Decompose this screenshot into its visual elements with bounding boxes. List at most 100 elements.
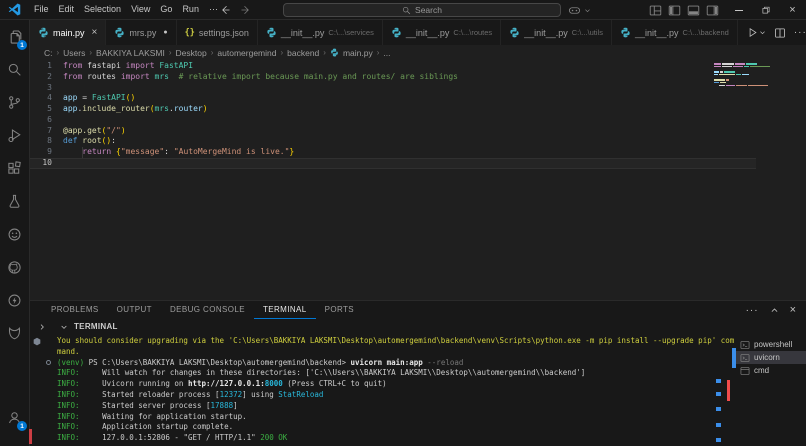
terminal-line: mand. xyxy=(57,347,734,358)
fox-extension-icon[interactable] xyxy=(0,317,29,350)
tab-init-services[interactable]: __init__.py C:\...\services xyxy=(258,20,383,45)
overview-command-mark xyxy=(716,407,721,411)
tab-terminal[interactable]: TERMINAL xyxy=(254,301,316,319)
terminal-line: You should consider upgrading via the 'C… xyxy=(57,336,734,347)
terminal-list: powershell uvicorn cmd xyxy=(736,338,806,377)
breadcrumb-item[interactable]: main.py xyxy=(343,48,373,58)
window-controls: × xyxy=(725,0,806,20)
tab-settings-json[interactable]: {} settings.json xyxy=(177,20,258,45)
copilot-button[interactable] xyxy=(568,3,591,17)
code-line xyxy=(63,158,458,169)
cmd-icon xyxy=(740,366,750,376)
tab-init-utils[interactable]: __init__.py C:\...\utils xyxy=(501,20,612,45)
toggle-panel-icon[interactable] xyxy=(687,4,700,17)
github-icon[interactable] xyxy=(0,251,29,284)
vscode-window: { "titlebar": { "menus": ["File", "Edit"… xyxy=(0,0,806,446)
terminal-item-uvicorn[interactable]: uvicorn xyxy=(736,351,806,364)
breadcrumb-item[interactable]: automergemind xyxy=(217,48,276,58)
chevron-down-icon[interactable] xyxy=(60,323,68,331)
close-window-button[interactable]: × xyxy=(779,0,806,20)
tab-label: mrs.py xyxy=(129,28,156,38)
chevron-down-icon xyxy=(584,7,591,14)
thunder-client-icon[interactable] xyxy=(0,284,29,317)
search-input[interactable]: Search xyxy=(283,3,561,17)
breadcrumb-item[interactable]: ... xyxy=(383,48,390,58)
breadcrumb-item[interactable]: Desktop xyxy=(176,48,207,58)
extensions-icon[interactable] xyxy=(0,152,29,185)
line-number: 4 xyxy=(30,93,52,104)
toggle-secondary-sidebar-icon[interactable] xyxy=(706,4,719,17)
terminal-item-cmd[interactable]: cmd xyxy=(736,364,806,377)
search-view-icon[interactable] xyxy=(0,53,29,86)
tab-debug-console[interactable]: DEBUG CONSOLE xyxy=(161,301,254,319)
account-icon[interactable]: 1 xyxy=(0,401,29,434)
tab-problems[interactable]: PROBLEMS xyxy=(42,301,108,319)
code-line: from fastapi import FastAPI xyxy=(63,61,458,72)
tab-output[interactable]: OUTPUT xyxy=(108,301,161,319)
tab-mrs-py[interactable]: mrs.py ● xyxy=(106,20,176,45)
toggle-primary-sidebar-icon[interactable] xyxy=(668,4,681,17)
code-line: def root(): xyxy=(63,136,458,147)
chevron-right-icon[interactable] xyxy=(38,323,46,331)
customize-layout-icon[interactable] xyxy=(649,4,662,17)
menu-file[interactable]: File xyxy=(29,0,54,19)
breadcrumb-separator: › xyxy=(57,48,60,57)
terminal-icon xyxy=(740,353,750,363)
terminal-line: INFO: Waiting for application startup. xyxy=(57,412,734,423)
breadcrumb-item[interactable]: backend xyxy=(287,48,319,58)
tab-init-backend[interactable]: __init__.py C:\...\backend xyxy=(612,20,738,45)
run-debug-icon[interactable] xyxy=(0,119,29,152)
layout-controls xyxy=(649,0,719,20)
more-actions-icon[interactable]: ··· xyxy=(794,27,806,38)
testing-icon[interactable] xyxy=(0,185,29,218)
overview-error-mark xyxy=(727,380,730,401)
smiley-extension-icon[interactable] xyxy=(0,218,29,251)
code-editor[interactable]: 12345678910 from fastapi import FastAPIf… xyxy=(30,60,806,300)
python-file-icon xyxy=(391,27,402,38)
minimize-button[interactable] xyxy=(725,0,752,20)
unsaved-dot-icon[interactable]: ● xyxy=(163,29,167,36)
menu-run[interactable]: Run xyxy=(177,0,204,19)
tab-label: settings.json xyxy=(199,28,249,38)
terminal-line: INFO: 127.0.0.1:52806 - "GET / HTTP/1.1"… xyxy=(57,433,734,444)
close-panel-icon[interactable]: × xyxy=(790,305,796,316)
breadcrumb-separator: › xyxy=(323,48,326,57)
terminal-output[interactable]: You should consider upgrading via the 'C… xyxy=(57,336,734,444)
close-tab-icon[interactable]: × xyxy=(92,28,98,38)
editor-tab-bar: main.py × mrs.py ● {} settings.json __in… xyxy=(30,20,806,45)
panel-tab-bar: PROBLEMS OUTPUT DEBUG CONSOLE TERMINAL P… xyxy=(30,301,806,319)
explorer-icon[interactable]: 1 xyxy=(0,20,29,53)
menu-edit[interactable]: Edit xyxy=(54,0,80,19)
split-editor-icon[interactable] xyxy=(774,27,786,39)
code-content: from fastapi import FastAPIfrom routes i… xyxy=(63,61,458,169)
maximize-panel-icon[interactable] xyxy=(770,306,779,315)
menu-view[interactable]: View xyxy=(126,0,155,19)
tab-init-routes[interactable]: __init__.py C:\...\routes xyxy=(383,20,501,45)
forward-arrow-icon[interactable] xyxy=(240,4,252,16)
tab-label: __init__.py xyxy=(635,28,679,38)
breadcrumb-item[interactable]: Users xyxy=(63,48,85,58)
account-badge: 1 xyxy=(17,421,27,431)
terminal-line: INFO: Uvicorn running on http://127.0.0.… xyxy=(57,379,734,390)
breadcrumb-item[interactable]: BAKKIYA LAKSMI xyxy=(96,48,165,58)
tab-path: C:\...\backend xyxy=(683,28,729,37)
tab-path: C:\...\services xyxy=(328,28,373,37)
terminal-line: INFO: Application startup complete. xyxy=(57,422,734,433)
back-arrow-icon[interactable] xyxy=(219,4,231,16)
code-line: app.include_router(mrs.router) xyxy=(63,104,458,115)
command-decoration-icon xyxy=(33,337,41,346)
menu-selection[interactable]: Selection xyxy=(79,0,126,19)
tab-label: __init__.py xyxy=(524,28,568,38)
terminal-item-powershell[interactable]: powershell xyxy=(736,338,806,351)
menu-go[interactable]: Go xyxy=(155,0,177,19)
run-python-file-button[interactable] xyxy=(747,27,766,38)
source-control-icon[interactable] xyxy=(0,86,29,119)
tab-ports[interactable]: PORTS xyxy=(316,301,363,319)
minimap[interactable] xyxy=(714,63,778,87)
restore-button[interactable] xyxy=(752,0,779,20)
tab-main-py[interactable]: main.py × xyxy=(30,20,106,45)
breadcrumb: C:› Users› BAKKIYA LAKSMI› Desktop› auto… xyxy=(30,45,806,60)
terminal-line: INFO: Started server process [17888] xyxy=(57,401,734,412)
breadcrumb-item[interactable]: C: xyxy=(44,48,53,58)
panel-more-icon[interactable]: ··· xyxy=(746,305,759,316)
